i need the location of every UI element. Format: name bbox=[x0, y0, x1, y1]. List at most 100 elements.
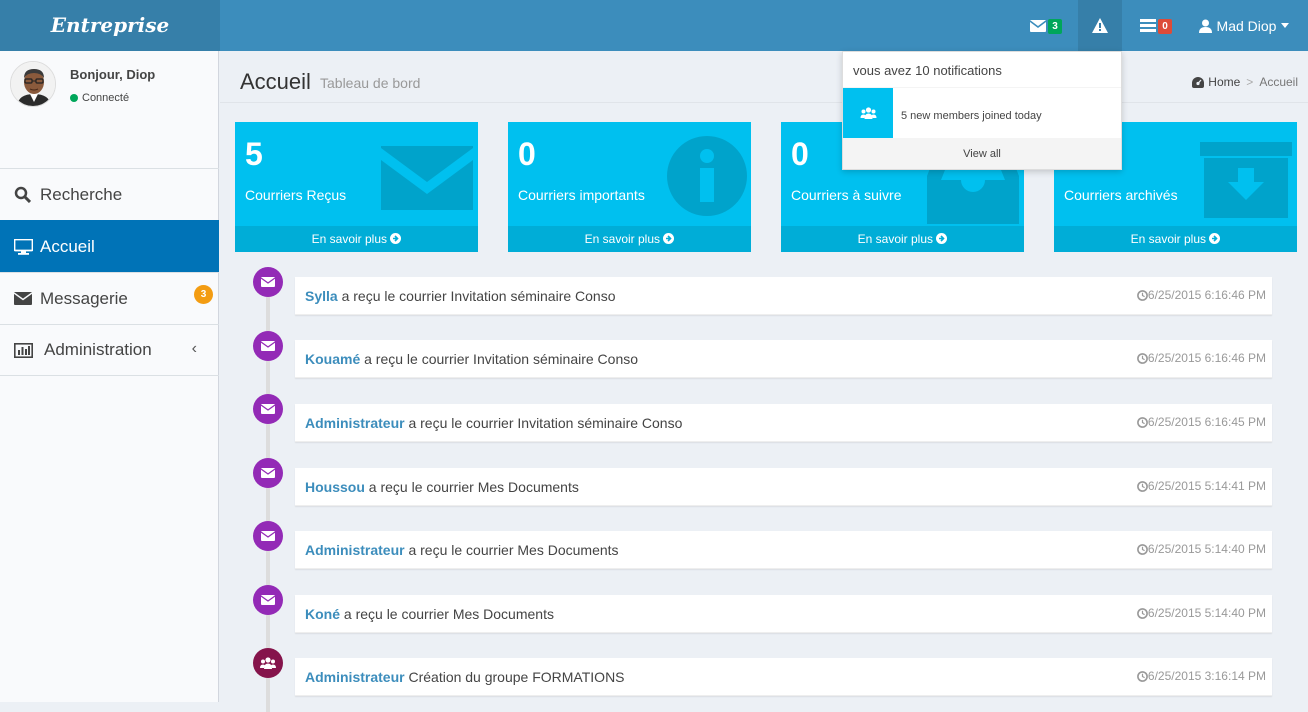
timeline-icon bbox=[253, 458, 283, 488]
timeline-user-link[interactable]: Administrateur bbox=[305, 669, 405, 685]
user-icon bbox=[1198, 19, 1212, 33]
arrow-circle-right-icon bbox=[663, 233, 675, 244]
tasks-nav-button[interactable]: 0 bbox=[1126, 0, 1186, 51]
timeline-time: 6/25/2015 5:14:40 PM bbox=[1137, 606, 1266, 620]
search-icon bbox=[14, 186, 31, 203]
timeline-time: 6/25/2015 6:16:45 PM bbox=[1137, 415, 1266, 429]
timeline-user-link[interactable]: Administrateur bbox=[305, 415, 405, 431]
breadcrumb-current: Accueil bbox=[1259, 75, 1298, 89]
arrow-circle-right-icon bbox=[390, 233, 402, 244]
timeline-user-link[interactable]: Administrateur bbox=[305, 542, 405, 558]
timeline-icon bbox=[253, 648, 283, 678]
notifications-dropdown: vous avez 10 notifications 5 new members… bbox=[842, 51, 1122, 170]
clock-icon bbox=[1137, 670, 1148, 682]
sidebar: Bonjour, Diop Connecté Recherche Accueil… bbox=[0, 51, 219, 702]
breadcrumb-home-link[interactable]: Home bbox=[1208, 75, 1240, 89]
timeline-text: Houssou a reçu le courrier Mes Documents bbox=[305, 479, 579, 495]
timeline-icon bbox=[253, 394, 283, 424]
notifications-nav-button[interactable] bbox=[1078, 0, 1122, 51]
greeting: Bonjour, Diop bbox=[70, 67, 156, 82]
status-dot-icon bbox=[70, 94, 78, 102]
envelope-icon bbox=[381, 146, 473, 210]
online-status: Connecté bbox=[70, 92, 129, 104]
timeline-time: 6/25/2015 3:16:14 PM bbox=[1137, 669, 1266, 683]
sidebar-item-label: Accueil bbox=[40, 236, 95, 256]
info-icon bbox=[667, 136, 747, 216]
page-subtitle: Tableau de bord bbox=[320, 75, 421, 91]
user-menu-button[interactable]: Mad Diop bbox=[1190, 0, 1298, 51]
avatar[interactable] bbox=[10, 61, 56, 107]
envelope-icon bbox=[14, 292, 32, 305]
timeline-text: Koné a reçu le courrier Mes Documents bbox=[305, 606, 554, 622]
envelope-icon bbox=[261, 595, 275, 605]
sidebar-item-label: Administration bbox=[44, 340, 152, 359]
view-all-link[interactable]: View all bbox=[843, 138, 1121, 169]
timeline-user-link[interactable]: Koné bbox=[305, 606, 340, 622]
box-more-link[interactable]: En savoir plus bbox=[781, 226, 1024, 252]
notification-item[interactable]: 5 new members joined today bbox=[843, 88, 1121, 138]
sidebar-item-messagerie[interactable]: Messagerie 3 bbox=[0, 272, 219, 324]
sidebar-item-label: Recherche bbox=[40, 184, 123, 204]
envelope-icon bbox=[261, 404, 275, 414]
timeline-icon bbox=[253, 267, 283, 297]
timeline-text: Sylla a reçu le courrier Invitation sémi… bbox=[305, 288, 616, 304]
box-label: Courriers archivés bbox=[1064, 187, 1178, 203]
sidebar-item-administration[interactable]: Administration ‹ bbox=[0, 324, 219, 376]
dashboard-icon bbox=[1192, 76, 1205, 88]
box-more-link[interactable]: En savoir plus bbox=[508, 226, 751, 252]
timeline-user-link[interactable]: Houssou bbox=[305, 479, 365, 495]
timeline-text: Kouamé a reçu le courrier Invitation sém… bbox=[305, 351, 639, 367]
timeline-text: Administrateur a reçu le courrier Invita… bbox=[305, 415, 683, 431]
timeline-text: Administrateur a reçu le courrier Mes Do… bbox=[305, 542, 619, 558]
box-label: Courriers importants bbox=[518, 187, 645, 203]
desktop-icon bbox=[14, 238, 33, 255]
timeline-user-link[interactable]: Sylla bbox=[305, 288, 338, 304]
archive-icon bbox=[1200, 142, 1292, 218]
timeline-icon bbox=[253, 585, 283, 615]
users-icon bbox=[860, 107, 876, 119]
timeline-item: Sylla a reçu le courrier Invitation sémi… bbox=[295, 277, 1272, 315]
sidebar-item-accueil[interactable]: Accueil bbox=[0, 220, 219, 272]
box-label: Courriers Reçus bbox=[245, 187, 347, 203]
envelope-icon bbox=[261, 468, 275, 478]
clock-icon bbox=[1137, 416, 1148, 428]
arrow-circle-right-icon bbox=[1209, 233, 1221, 244]
clock-icon bbox=[1137, 352, 1148, 364]
envelope-icon bbox=[261, 341, 275, 351]
brand-logo[interactable]: Entreprise bbox=[0, 0, 220, 51]
warning-icon bbox=[1092, 18, 1108, 33]
notification-text: 5 new members joined today bbox=[901, 110, 1042, 122]
breadcrumb: Home > Accueil bbox=[1192, 75, 1298, 89]
timeline-time: 6/25/2015 5:14:41 PM bbox=[1137, 479, 1266, 493]
box-courriers-importants: 0 Courriers importants En savoir plus bbox=[508, 122, 751, 252]
messages-nav-button[interactable]: 3 bbox=[1018, 0, 1074, 51]
clock-icon bbox=[1137, 289, 1148, 301]
box-more-link[interactable]: En savoir plus bbox=[235, 226, 478, 252]
messagerie-count-badge: 3 bbox=[194, 285, 213, 304]
breadcrumb-separator: > bbox=[1246, 75, 1254, 89]
timeline-user-link[interactable]: Kouamé bbox=[305, 351, 360, 367]
sidebar-item-label: Messagerie bbox=[40, 288, 128, 308]
notification-icon-box bbox=[843, 88, 893, 138]
timeline-item: Houssou a reçu le courrier Mes Documents… bbox=[295, 468, 1272, 506]
timeline-item: Administrateur a reçu le courrier Mes Do… bbox=[295, 531, 1272, 569]
box-count: 5 bbox=[245, 136, 263, 172]
box-label: Courriers à suivre bbox=[791, 187, 902, 203]
clock-icon bbox=[1137, 480, 1148, 492]
timeline-time: 6/25/2015 6:16:46 PM bbox=[1137, 288, 1266, 302]
box-count: 0 bbox=[791, 136, 809, 172]
timeline-time: 6/25/2015 6:16:46 PM bbox=[1137, 351, 1266, 365]
messages-count-badge: 3 bbox=[1048, 19, 1062, 34]
tasks-count-badge: 0 bbox=[1158, 19, 1172, 34]
users-icon bbox=[260, 657, 276, 669]
tasks-list-icon bbox=[1140, 19, 1157, 32]
box-count: 0 bbox=[518, 136, 536, 172]
arrow-circle-right-icon bbox=[936, 233, 948, 244]
timeline-item: Administrateur a reçu le courrier Invita… bbox=[295, 404, 1272, 442]
sidebar-item-recherche[interactable]: Recherche bbox=[0, 168, 219, 220]
box-courriers-recus: 5 Courriers Reçus En savoir plus bbox=[235, 122, 478, 252]
box-more-link[interactable]: En savoir plus bbox=[1054, 226, 1297, 252]
caret-down-icon bbox=[1281, 23, 1290, 28]
clock-icon bbox=[1137, 543, 1148, 555]
timeline-text: Administrateur Création du groupe FORMAT… bbox=[305, 669, 625, 685]
